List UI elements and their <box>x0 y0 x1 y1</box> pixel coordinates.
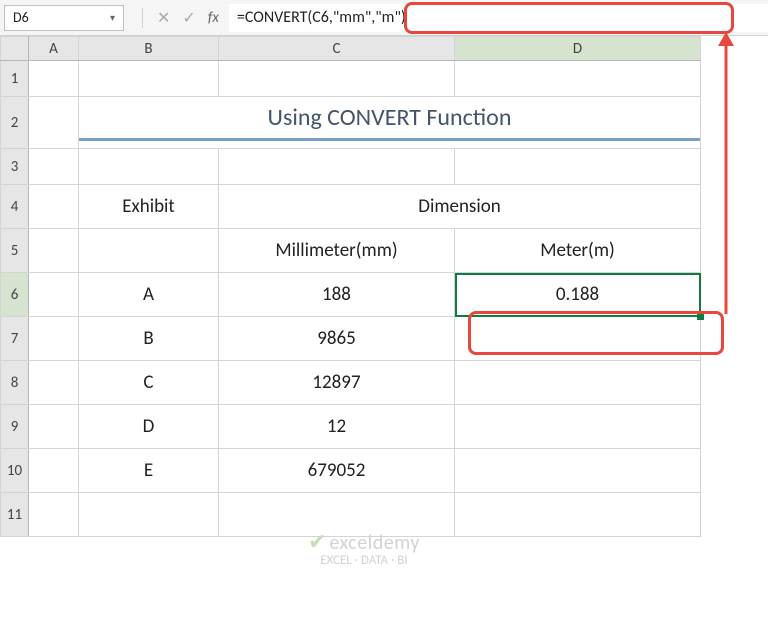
cell-B3[interactable] <box>79 149 219 185</box>
cell-B7[interactable]: B <box>79 317 219 361</box>
cell-C3[interactable] <box>219 149 455 185</box>
cell-A11[interactable] <box>29 493 79 537</box>
cell-C1[interactable] <box>219 61 455 97</box>
cell-B9[interactable]: D <box>79 405 219 449</box>
cell-D6[interactable]: 0.188 <box>455 273 701 317</box>
cell-A5[interactable] <box>29 229 79 273</box>
cell-B10[interactable]: E <box>79 449 219 493</box>
cell-D7[interactable] <box>455 317 701 361</box>
cell-C9[interactable]: 12 <box>219 405 455 449</box>
cell-B5[interactable] <box>79 229 219 273</box>
cell-B8[interactable]: C <box>79 361 219 405</box>
row-header-4[interactable]: 4 <box>1 185 29 229</box>
formula-bar[interactable]: =CONVERT(C6,"mm","m") <box>229 4 768 32</box>
cell-A9[interactable] <box>29 405 79 449</box>
row-header-2[interactable]: 2 <box>1 97 29 149</box>
cell-A2[interactable] <box>29 97 79 149</box>
row-header-9[interactable]: 9 <box>1 405 29 449</box>
subheader-m[interactable]: Meter(m) <box>455 229 701 273</box>
row-header-5[interactable]: 5 <box>1 229 29 273</box>
formula-enter-icon[interactable]: ✓ <box>176 8 201 28</box>
cell-C11[interactable] <box>219 493 455 537</box>
col-header-B[interactable]: B <box>79 37 219 61</box>
name-box[interactable]: D6 ▾ <box>4 5 124 31</box>
cell-C8[interactable]: 12897 <box>219 361 455 405</box>
col-header-A[interactable]: A <box>29 37 79 61</box>
cell-D3[interactable] <box>455 149 701 185</box>
row-header-1[interactable]: 1 <box>1 61 29 97</box>
row-header-7[interactable]: 7 <box>1 317 29 361</box>
select-all-corner[interactable] <box>1 37 29 61</box>
cell-D10[interactable] <box>455 449 701 493</box>
name-box-value: D6 <box>13 9 29 26</box>
cell-A10[interactable] <box>29 449 79 493</box>
cell-A6[interactable] <box>29 273 79 317</box>
annotation-arrow <box>708 30 748 322</box>
col-header-C[interactable]: C <box>219 37 455 61</box>
cell-A1[interactable] <box>29 61 79 97</box>
cell-D11[interactable] <box>455 493 701 537</box>
cell-B6[interactable]: A <box>79 273 219 317</box>
divider <box>142 8 143 28</box>
row-header-10[interactable]: 10 <box>1 449 29 493</box>
cell-C7[interactable]: 9865 <box>219 317 455 361</box>
cell-A7[interactable] <box>29 317 79 361</box>
header-exhibit[interactable]: Exhibit <box>79 185 219 229</box>
row-header-3[interactable]: 3 <box>1 149 29 185</box>
cell-D1[interactable] <box>455 61 701 97</box>
formula-cancel-icon[interactable]: ✕ <box>151 8 176 28</box>
cell-C10[interactable]: 679052 <box>219 449 455 493</box>
cell-A4[interactable] <box>29 185 79 229</box>
cell-B1[interactable] <box>79 61 219 97</box>
cell-D9[interactable] <box>455 405 701 449</box>
row-header-6[interactable]: 6 <box>1 273 29 317</box>
cell-title[interactable]: Using CONVERT Function <box>79 97 701 149</box>
formula-text: =CONVERT(C6,"mm","m") <box>237 8 406 27</box>
fx-icon[interactable]: fx <box>208 9 219 27</box>
cell-C6[interactable]: 188 <box>219 273 455 317</box>
cell-A3[interactable] <box>29 149 79 185</box>
col-header-D[interactable]: D <box>455 37 701 61</box>
toolbar: D6 ▾ ✕ ✓ fx =CONVERT(C6,"mm","m") <box>0 0 768 36</box>
watermark-tagline: EXCEL · DATA · BI <box>320 553 407 568</box>
page-title: Using CONVERT Function <box>79 103 700 141</box>
header-dimension[interactable]: Dimension <box>219 185 701 229</box>
cell-B11[interactable] <box>79 493 219 537</box>
spreadsheet-grid: A B C D 1 2 Using CONVERT Function 3 4 E… <box>0 36 701 537</box>
row-header-11[interactable]: 11 <box>1 493 29 537</box>
chevron-down-icon[interactable]: ▾ <box>110 11 115 24</box>
subheader-mm[interactable]: Millimeter(mm) <box>219 229 455 273</box>
row-header-8[interactable]: 8 <box>1 361 29 405</box>
cell-A8[interactable] <box>29 361 79 405</box>
cell-D8[interactable] <box>455 361 701 405</box>
